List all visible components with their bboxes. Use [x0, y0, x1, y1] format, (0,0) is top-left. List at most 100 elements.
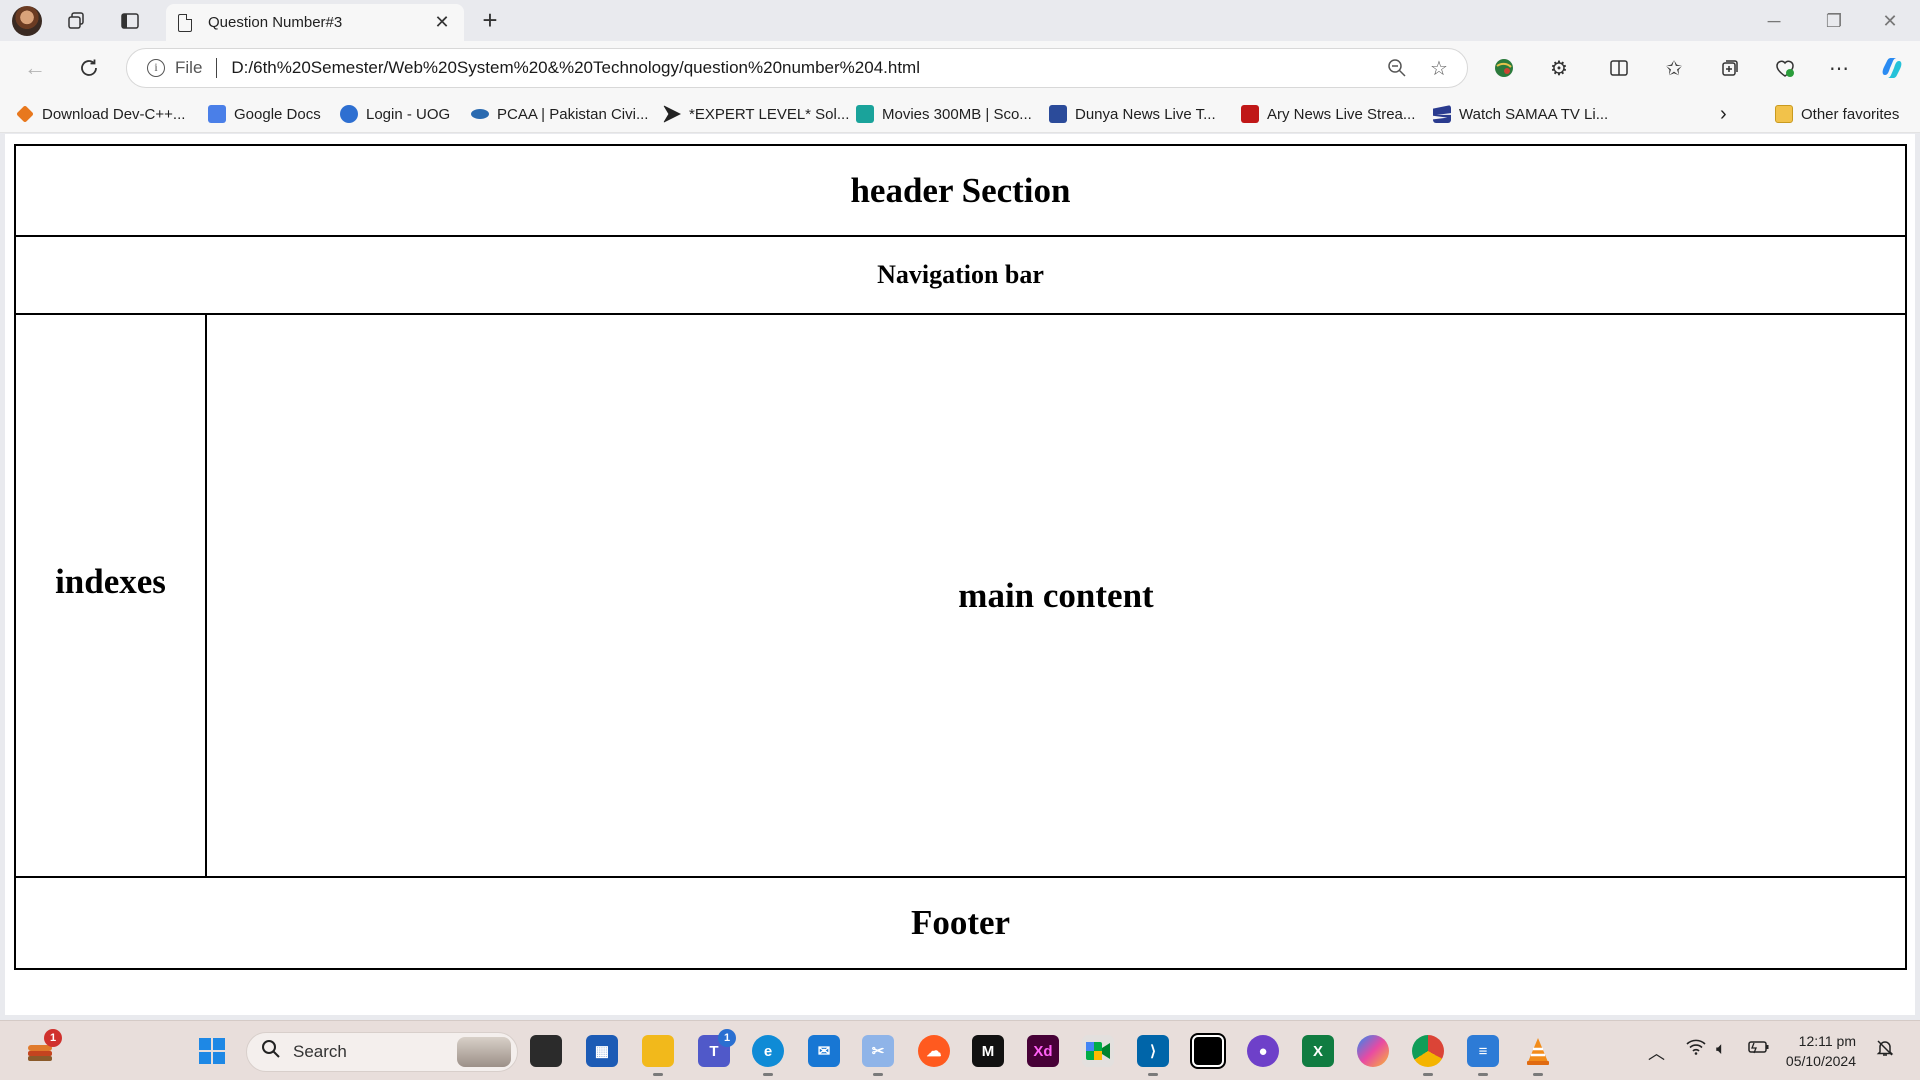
workspaces-icon[interactable] [64, 9, 88, 33]
taskbar-search[interactable]: Search [246, 1032, 518, 1072]
copilot-taskbar-icon[interactable] [1357, 1035, 1389, 1067]
wifi-icon[interactable] [1686, 1039, 1706, 1060]
page-icon [178, 13, 192, 32]
battery-icon[interactable] [1748, 1039, 1770, 1059]
vlc-icon[interactable] [1522, 1035, 1554, 1076]
snipping-tool-icon[interactable]: ✂ [862, 1035, 894, 1076]
collections-icon[interactable] [1716, 54, 1744, 82]
notation-app-icon[interactable]: M [972, 1035, 1004, 1067]
favorite-label: Google Docs [234, 105, 321, 123]
back-icon[interactable]: ← [20, 53, 50, 83]
extensions-icon[interactable]: ⚙ [1545, 54, 1573, 82]
sidebar-text: indexes [55, 561, 166, 601]
clock-time: 12:11 pm [1798, 1033, 1856, 1049]
show-hidden-icons-chevron[interactable]: ︿ [1648, 1039, 1665, 1064]
url-text[interactable]: D:/6th%20Semester/Web%20System%20&%20Tec… [231, 58, 1383, 78]
settings-more-icon[interactable]: ⋯ [1825, 54, 1853, 82]
task-view-icon[interactable] [530, 1035, 562, 1067]
other-favorites[interactable]: Other favorites [1775, 101, 1899, 127]
favorite-item[interactable]: Login - UOG [340, 101, 450, 127]
new-tab-icon[interactable]: + [476, 5, 504, 35]
main-content: main content [205, 313, 1907, 878]
header-section: header Section [14, 144, 1907, 237]
file-explorer-icon[interactable] [642, 1035, 674, 1076]
close-window-icon[interactable]: ✕ [1870, 8, 1910, 34]
favorite-label: *EXPERT LEVEL* Sol... [689, 105, 850, 123]
google-meet-icon[interactable] [1082, 1035, 1114, 1067]
restore-icon[interactable]: ❐ [1814, 8, 1854, 34]
tab-actions-icon[interactable] [118, 9, 142, 33]
page-viewport: header Section Navigation bar indexes ma… [5, 134, 1915, 1015]
zoom-out-icon[interactable] [1383, 54, 1411, 82]
favorite-item[interactable]: PCAA | Pakistan Civi... [471, 101, 648, 127]
vscode-icon[interactable]: ⟩ [1137, 1035, 1169, 1076]
pcaa-icon [471, 109, 489, 119]
favorite-label: Ary News Live Strea... [1267, 105, 1416, 123]
sidebar-indexes: indexes [14, 313, 207, 878]
system-clock[interactable]: 12:11 pm 05/10/2024 [1786, 1031, 1856, 1071]
more-favorites-chevron-icon[interactable]: › [1720, 101, 1727, 127]
chrome-icon[interactable] [1412, 1035, 1444, 1076]
favorite-item[interactable]: *EXPERT LEVEL* Sol... [663, 101, 849, 127]
movies-icon [856, 105, 874, 123]
main-text: main content [958, 575, 1154, 615]
github-desktop-icon[interactable]: ● [1247, 1035, 1279, 1067]
split-screen-icon[interactable] [1605, 54, 1633, 82]
favorite-item[interactable]: Watch SAMAA TV Li... [1433, 101, 1608, 127]
copilot-icon[interactable] [1878, 54, 1906, 82]
dunya-news-icon [1049, 105, 1067, 123]
favorite-label: Login - UOG [366, 105, 451, 123]
navigation-bar: Navigation bar [14, 235, 1907, 315]
favorite-label: Watch SAMAA TV Li... [1459, 105, 1609, 123]
favorites-icon[interactable]: ✩ [1660, 54, 1688, 82]
favorite-item[interactable]: Ary News Live Strea... [1241, 101, 1415, 127]
favorite-item[interactable]: Dunya News Live T... [1049, 101, 1216, 127]
windows-taskbar: 1 Search ▦ T 1 e ✉ ✂ ☁ M Xd ⟩ ● X ≡ ︿ 🔈︎… [0, 1020, 1920, 1080]
footer-text: Footer [910, 903, 1011, 942]
notifications-icon[interactable] [1876, 1039, 1894, 1062]
start-icon[interactable] [196, 1035, 228, 1067]
mail-icon[interactable]: ✉ [808, 1035, 840, 1067]
site-info-icon[interactable]: i [147, 59, 165, 77]
devcpp-icon [16, 105, 34, 123]
footer-section: Footer [14, 876, 1907, 970]
profile-avatar[interactable] [12, 6, 42, 36]
notepad-icon[interactable]: ≡ [1467, 1035, 1499, 1076]
favorites-bar: Download Dev-C++... Google Docs Login - … [0, 95, 1920, 133]
teams-icon[interactable]: T 1 [698, 1029, 736, 1067]
clock-date: 05/10/2024 [1785, 1053, 1856, 1069]
soundcloud-icon[interactable]: ☁ [918, 1035, 950, 1067]
browser-toolbar: ← i File D:/6th%20Semester/Web%20System%… [0, 41, 1920, 95]
tab-active[interactable]: Question Number#3 ✕ [166, 4, 464, 41]
microsoft-store-icon[interactable]: ▦ [586, 1035, 618, 1067]
extension-globe-icon[interactable] [1490, 54, 1518, 82]
google-docs-icon [208, 105, 226, 123]
search-placeholder: Search [293, 1042, 347, 1061]
favorite-item[interactable]: Google Docs [208, 101, 321, 127]
widgets-badge: 1 [44, 1029, 62, 1047]
widgets-icon[interactable]: 1 [24, 1029, 62, 1067]
favorite-item[interactable]: Movies 300MB | Sco... [856, 101, 1032, 127]
refresh-icon[interactable] [74, 53, 104, 83]
address-bar[interactable]: i File D:/6th%20Semester/Web%20System%20… [126, 48, 1468, 88]
header-text: header Section [850, 170, 1071, 210]
teams-badge: 1 [718, 1029, 736, 1047]
volume-icon[interactable]: 🔈︎ [1716, 1039, 1726, 1059]
favorite-star-icon[interactable]: ☆ [1425, 54, 1453, 82]
folder-icon [1775, 105, 1793, 123]
adobe-xd-icon[interactable]: Xd [1027, 1035, 1059, 1067]
close-tab-icon[interactable]: ✕ [430, 11, 454, 35]
favorite-label: Download Dev-C++... [42, 105, 186, 123]
browser-title-bar: Question Number#3 ✕ + ─ ❐ ✕ [0, 0, 1920, 41]
minimize-icon[interactable]: ─ [1754, 8, 1794, 34]
favorite-label: Dunya News Live T... [1075, 105, 1216, 123]
excel-icon[interactable]: X [1302, 1035, 1334, 1067]
address-separator [216, 58, 218, 78]
browser-essentials-icon[interactable] [1771, 54, 1799, 82]
app-square-icon[interactable] [1190, 1033, 1226, 1069]
nav-text: Navigation bar [877, 260, 1044, 289]
file-scheme-label: File [175, 58, 203, 77]
expert-level-icon [663, 105, 681, 123]
edge-icon[interactable]: e [752, 1035, 784, 1076]
favorite-item[interactable]: Download Dev-C++... [16, 101, 185, 127]
